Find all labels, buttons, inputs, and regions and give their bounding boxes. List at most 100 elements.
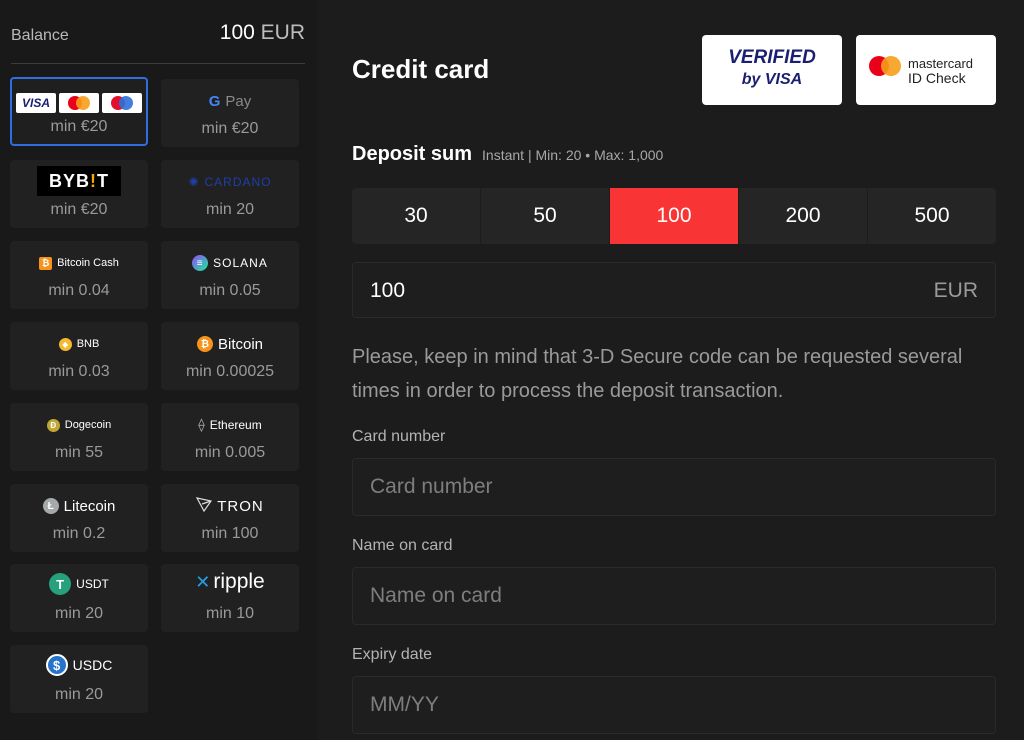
cardano-logo: ✺ CARDANO <box>161 170 299 194</box>
ethereum-icon: ⟠ <box>198 417 205 432</box>
gpay-text: Pay <box>225 92 252 110</box>
card-number-field <box>352 458 996 516</box>
method-litecoin[interactable]: Ł Litecoin min 0.2 <box>10 484 148 552</box>
ripple-text: ripple <box>213 570 265 593</box>
method-min: min 20 <box>54 605 104 622</box>
mastercard-id-check-badge: mastercard ID Check <box>856 35 996 105</box>
balance-value: 100 EUR <box>220 21 305 45</box>
tron-icon <box>196 496 213 516</box>
ripple-logo: ✕ ripple <box>161 570 299 594</box>
dogecoin-icon: Ð <box>46 418 60 432</box>
solana-logo: ≡ SOLANA <box>161 251 299 275</box>
method-bitcoin[interactable]: ₿ Bitcoin min 0.00025 <box>161 322 299 390</box>
method-min: min 100 <box>201 525 259 542</box>
method-tron[interactable]: TRON min 100 <box>161 484 299 552</box>
visa-icon: VISA <box>16 93 56 113</box>
deposit-header: Deposit sum Instant | Min: 20 • Max: 1,00… <box>352 143 663 166</box>
litecoin-text: Litecoin <box>63 497 116 515</box>
ethereum-logo: ⟠ Ethereum <box>161 413 299 437</box>
name-on-card-label: Name on card <box>352 537 453 554</box>
mastercard-text: mastercard <box>908 56 974 71</box>
litecoin-logo: Ł Litecoin <box>10 494 148 518</box>
mastercard-logo-icon <box>869 56 901 76</box>
name-on-card-field <box>352 567 996 625</box>
method-visa-mastercard[interactable]: VISA min €20 <box>10 77 148 146</box>
method-ethereum[interactable]: ⟠ Ethereum min 0.005 <box>161 403 299 471</box>
method-bybit[interactable]: BYB! T min €20 <box>10 160 148 228</box>
tron-text: TRON <box>217 497 264 515</box>
card-number-label: Card number <box>352 428 446 445</box>
google-g-icon: G <box>208 92 221 110</box>
method-min: min €20 <box>50 118 108 135</box>
method-gpay[interactable]: G Pay min €20 <box>161 79 299 147</box>
method-min: min 0.005 <box>194 444 266 461</box>
solana-text: SOLANA <box>213 256 268 270</box>
dogecoin-text: Dogecoin <box>64 419 112 431</box>
usdt-logo: T USDT <box>10 572 148 596</box>
method-cardano[interactable]: ✺ CARDANO min 20 <box>161 160 299 228</box>
expiry-date-label: Expiry date <box>352 646 433 663</box>
method-min: min 0.04 <box>48 282 110 299</box>
payment-methods-sidebar: Balance 100 EUR VISA min €20 G Pay min €2… <box>0 0 318 740</box>
deposit-form: Credit card VERIFIED by VISA mastercard … <box>318 0 1024 740</box>
amount-button-500[interactable]: 500 <box>868 188 996 244</box>
card-logos: VISA <box>12 91 146 115</box>
verified-visa-line1: VERIFIED <box>728 47 816 68</box>
bybit-logo: BYB! T <box>10 165 148 197</box>
amount-button-200[interactable]: 200 <box>739 188 868 244</box>
usdt-text: USDT <box>76 577 109 591</box>
method-solana[interactable]: ≡ SOLANA min 0.05 <box>161 241 299 309</box>
tron-logo: TRON <box>161 494 299 518</box>
method-min: min 0.00025 <box>185 363 275 380</box>
name-on-card-input[interactable] <box>353 568 995 624</box>
method-bitcoin-cash[interactable]: ₿ Bitcoin Cash min 0.04 <box>10 241 148 309</box>
method-usdt[interactable]: T USDT min 20 <box>10 564 148 632</box>
bybit-text-b: ! <box>90 170 97 191</box>
amount-button-50[interactable]: 50 <box>481 188 610 244</box>
method-ripple[interactable]: ✕ ripple min 10 <box>161 564 299 632</box>
usdc-logo: $ USDC <box>10 653 148 677</box>
method-min: min 0.2 <box>52 525 106 542</box>
bitcoin-cash-icon: ₿ <box>39 256 53 270</box>
bnb-logo: ◆ BNB <box>10 332 148 356</box>
method-min: min €20 <box>50 201 108 218</box>
bybit-icon: BYB! T <box>37 166 121 196</box>
method-min: min 0.05 <box>199 282 261 299</box>
method-usdc[interactable]: $ USDC min 20 <box>10 645 148 713</box>
amount-button-100[interactable]: 100 <box>610 188 739 244</box>
bitcoin-icon: ₿ <box>196 336 213 352</box>
card-number-input[interactable] <box>353 459 995 515</box>
bitcoin-text: Bitcoin <box>217 335 264 353</box>
id-check-text: ID Check <box>908 70 966 86</box>
deposit-sum-label: Deposit sum <box>352 143 473 165</box>
usdc-icon: $ <box>45 654 68 676</box>
deposit-amount-value: 100 <box>370 279 406 302</box>
balance-currency: EUR <box>260 21 305 44</box>
dogecoin-logo: Ð Dogecoin <box>10 413 148 437</box>
deposit-amount-currency: EUR <box>933 279 978 302</box>
3ds-notice: Please, keep in mind that 3-D Secure cod… <box>352 346 963 402</box>
mastercard-icon <box>59 93 99 113</box>
method-min: min 10 <box>205 605 255 622</box>
solana-icon: ≡ <box>192 255 209 271</box>
cardano-icon: ✺ <box>188 175 200 189</box>
method-min: min 0.03 <box>48 363 110 380</box>
deposit-limits: Instant | Min: 20 • Max: 1,000 <box>482 147 664 163</box>
amount-button-30[interactable]: 30 <box>352 188 481 244</box>
maestro-icon <box>102 93 142 113</box>
ripple-icon: ✕ <box>195 571 211 592</box>
verified-by-visa-badge: VERIFIED by VISA <box>702 35 842 105</box>
method-bnb[interactable]: ◆ BNB min 0.03 <box>10 322 148 390</box>
balance-amount: 100 <box>219 21 255 44</box>
bybit-text-a: BYB <box>48 170 90 191</box>
deposit-amount-input[interactable]: 100 EUR <box>352 262 996 318</box>
method-min: min 20 <box>54 686 104 703</box>
gpay-logo: G Pay <box>161 89 299 113</box>
balance-label: Balance <box>11 27 69 44</box>
verified-visa-line2: by VISA <box>741 71 803 88</box>
bitcoin-cash-text: Bitcoin Cash <box>57 257 119 269</box>
bnb-text: BNB <box>76 338 100 350</box>
method-dogecoin[interactable]: Ð Dogecoin min 55 <box>10 403 148 471</box>
expiry-date-input[interactable] <box>353 677 995 733</box>
expiry-date-field <box>352 676 996 734</box>
